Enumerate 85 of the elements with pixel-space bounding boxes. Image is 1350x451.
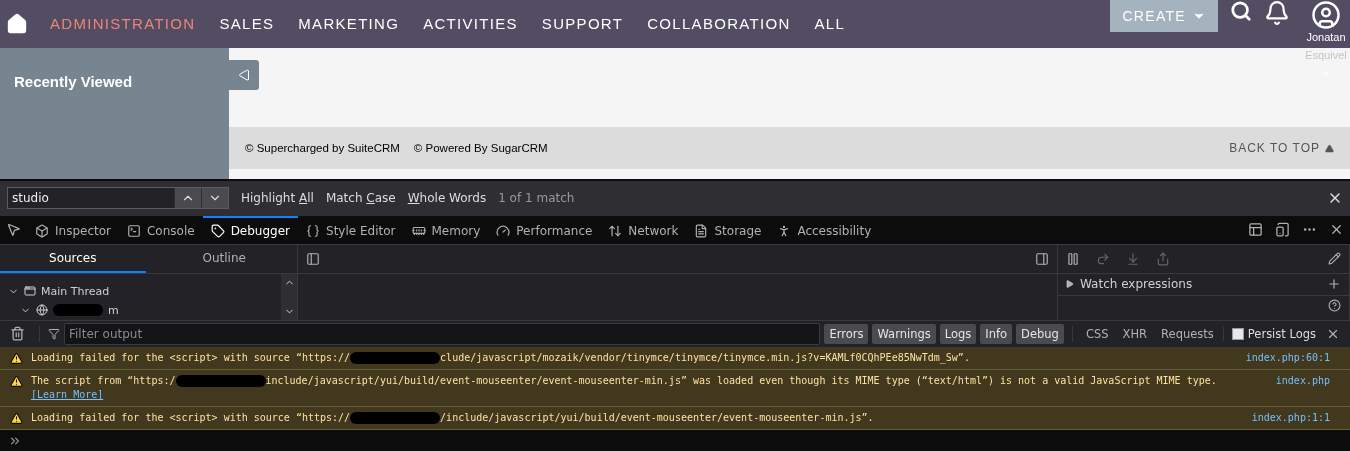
filter-field[interactable]: Filter output [64, 322, 821, 345]
devtools-tab[interactable]: Performance [488, 215, 601, 244]
find-option[interactable]: Match Case [325, 191, 396, 206]
step-over-icon[interactable] [1096, 251, 1110, 266]
warning-icon [10, 352, 23, 366]
log-level-filter[interactable]: Warnings [872, 323, 936, 344]
nav-item[interactable]: COLLABORATION [647, 15, 791, 33]
checkbox[interactable] [1231, 327, 1244, 340]
footer-credit: © Powered By SugarCRM [413, 142, 548, 155]
nav-item[interactable]: SUPPORT [541, 15, 624, 33]
globe-icon [36, 304, 48, 316]
redaction-mark [53, 304, 103, 316]
devtools-tab[interactable]: Network [600, 215, 687, 244]
find-option[interactable]: Highlight All [241, 191, 314, 206]
devtools-tab[interactable]: Style Editor [298, 215, 404, 244]
document-icon [694, 223, 709, 238]
log-level-filter[interactable]: Info [980, 323, 1013, 344]
learn-more-link[interactable]: [Learn More] [31, 389, 104, 401]
up-down-arrows-icon [608, 223, 623, 238]
devtools-tab[interactable]: Accessibility [769, 215, 880, 244]
watch-expressions-header[interactable]: Watch expressions [1066, 277, 1193, 291]
match-count: 1 of 1 match [498, 191, 575, 206]
request-type-filter[interactable]: XHR [1117, 323, 1153, 344]
toggle-panel-icon[interactable] [1035, 251, 1049, 266]
tree-item[interactable]: Main Thread [41, 284, 110, 298]
tree-item[interactable]: m [108, 303, 119, 317]
triangle-icon [1066, 280, 1074, 288]
footer-credit: © Supercharged by SuiteCRM [245, 142, 400, 155]
toggle-sidebar-icon[interactable] [306, 251, 320, 266]
collapse-sidebar-button[interactable] [229, 59, 259, 90]
nav-item[interactable]: MARKETING [298, 15, 400, 33]
source-location-link[interactable]: index.php:1:1 [1251, 411, 1330, 426]
devtools-tab[interactable]: Debugger [202, 215, 299, 244]
console-message: Loading failed for the <script> with source “https:// clude/javascript/mozaik/vendor/tinymce/tinymce/tinymce.min.js?v=KAMLf0CQhPEe85NwTdm_Sw”. [31, 351, 971, 366]
dock-layout-icon[interactable] [1248, 222, 1263, 238]
notification-bell-icon[interactable] [1264, 0, 1290, 26]
thread-icon [24, 285, 36, 297]
request-type-filter[interactable]: CSS [1080, 323, 1114, 344]
responsive-design-icon[interactable] [1275, 222, 1290, 238]
step-in-icon[interactable] [1126, 251, 1140, 266]
devtools-tab[interactable]: Memory [403, 215, 489, 244]
warning-icon [10, 375, 23, 389]
clear-console-icon[interactable] [10, 326, 25, 342]
find-field[interactable]: studio [7, 187, 229, 210]
source-location-link[interactable]: index.php:60:1 [1245, 351, 1330, 366]
request-type-filter[interactable]: Requests [1156, 323, 1219, 344]
user-avatar-icon[interactable] [1311, 0, 1341, 30]
home-icon[interactable] [6, 12, 28, 35]
devtools-tab[interactable]: Inspector [27, 215, 119, 244]
back-to-top-link[interactable]: BACK TO TOP [1229, 141, 1334, 156]
tag-icon [210, 223, 225, 238]
sources-tab[interactable]: Sources [0, 244, 146, 273]
log-level-filter[interactable]: Logs [939, 323, 977, 344]
sidebar-title: Recently Viewed [14, 72, 133, 90]
sources-tab[interactable]: Outline [151, 244, 297, 273]
find-option[interactable]: Whole Words [407, 191, 487, 206]
terminal-icon [127, 223, 141, 238]
previous-match-button[interactable] [174, 188, 201, 209]
element-picker-icon[interactable] [6, 222, 21, 238]
console-message: Loading failed for the <script> with source “https:// /include/javascript/yui/build/event-mouseenter/event-mouseenter-min.js”. [31, 411, 875, 426]
triangle-icon [238, 68, 250, 81]
add-icon[interactable] [1327, 277, 1341, 291]
nav-item[interactable]: ALL [814, 15, 846, 33]
box-icon [35, 223, 49, 238]
braces-icon [306, 223, 321, 238]
pause-icon[interactable] [1066, 251, 1080, 266]
filter-icon [48, 327, 60, 340]
help-icon[interactable] [1328, 299, 1341, 312]
search-icon[interactable] [1230, 0, 1252, 22]
step-out-icon[interactable] [1156, 251, 1170, 266]
log-level-filter[interactable]: Errors [824, 323, 869, 344]
devtools-tab[interactable]: Storage [686, 215, 770, 244]
next-match-button[interactable] [201, 188, 228, 209]
persist-logs-checkbox[interactable]: Persist Logs [1222, 326, 1316, 341]
nav-item[interactable]: SALES [219, 15, 275, 33]
nav-item[interactable]: ACTIVITIES [423, 15, 518, 33]
caret-icon [1325, 143, 1334, 153]
breakpoints-toggle-icon[interactable] [1328, 252, 1341, 265]
warning-icon [10, 412, 23, 426]
gauge-icon [496, 223, 511, 238]
user-name[interactable]: Jonatan [1306, 30, 1346, 44]
devtools-tab[interactable]: Console [119, 215, 203, 244]
source-location-link[interactable]: index.php [1275, 374, 1330, 403]
log-level-filter[interactable]: Debug [1016, 323, 1064, 344]
console-message: The script from “https:/ include/javascript/yui/build/event-mouseenter/event-mouseenter-min.js” was loaded even though its MIME type (“text/html”) is not a valid JavaScript MIME type. [Learn More] [31, 374, 1218, 403]
